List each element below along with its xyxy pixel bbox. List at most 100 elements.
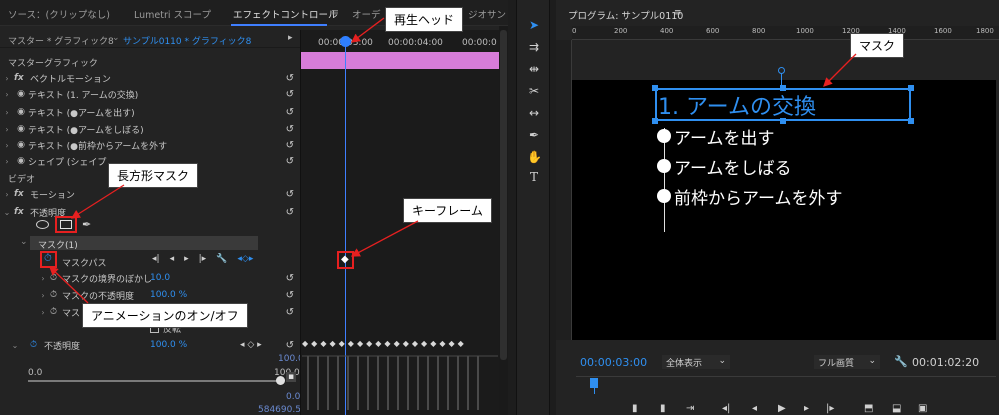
current-timecode[interactable]: 00:00:03:00 [580,356,647,369]
keyframe-diamond[interactable]: ◆ [329,340,335,348]
step-forward-icon[interactable]: |▸ [826,403,834,414]
reset-icon[interactable]: ↺ [286,89,294,100]
clip-sequence-label[interactable]: サンプル0110 * グラフィック8 [123,34,251,47]
mask-opacity-value[interactable]: 100.0 % [150,290,187,300]
keyframe-diamond[interactable]: ◆ [302,340,308,348]
play-clip-icon[interactable]: ▸ [288,33,293,43]
chevron-right-icon[interactable]: › [36,308,50,317]
pen-mask-icon[interactable]: ✒ [82,218,91,231]
track-backward-icon[interactable]: ◂| [152,254,160,264]
rotation-handle[interactable] [778,67,785,74]
track-forward-icon[interactable]: |▸ [199,254,207,264]
keyframe-diamond[interactable]: ◆ [311,340,317,348]
chevron-down-icon[interactable]: ⌄ [20,237,28,247]
stopwatch-icon[interactable]: ⏱ [44,253,52,264]
eye-icon[interactable]: ◉ [14,156,28,166]
pen-tool-icon[interactable]: ✒ [527,128,541,142]
fx-icon[interactable]: fx [14,73,30,83]
export-frame-icon[interactable]: ▣ [918,403,927,414]
clip-bar[interactable] [301,52,499,69]
keyframe-diamond[interactable]: ◆ [421,340,427,348]
opacity-value[interactable]: 100.0 % [150,340,187,350]
marker-icon[interactable]: ⇥ [686,403,694,414]
stopwatch-icon[interactable]: ⏱ [50,290,62,300]
effect-row[interactable]: › ◉ テキスト (●前枠からアームを外す ↺ [0,137,300,153]
keyframe-diamond[interactable]: ◆ [394,340,400,348]
reset-icon[interactable]: ↺ [286,290,294,301]
mark-in-icon[interactable]: ▮ [632,403,638,414]
stopwatch-icon[interactable]: ⏱ [50,307,62,317]
reset-icon[interactable]: ↺ [286,140,294,151]
chevron-right-icon[interactable]: › [0,141,14,150]
stopwatch-icon[interactable]: ⏱ [30,340,44,350]
nav-keyframe-icon[interactable]: ◂ ◇ ▸ [240,340,262,350]
fx-icon[interactable]: fx [14,207,30,217]
opacity-keyframes[interactable]: ◆ ◆ ◆ ◆ ◆ ◆ ◆ ◆ ◆ ◆ ◆ ◆ ◆ ◆ ◆ ◆ ◆ ◆ [302,340,498,348]
tab-source[interactable]: ソース：(クリップなし) [8,7,110,21]
keyframe-diamond[interactable]: ◆ [375,340,381,348]
hand-tool-icon[interactable]: ✋ [527,150,542,164]
effect-row[interactable]: › ◉ テキスト (1. アームの交換) ↺ [0,86,300,102]
chevron-right-icon[interactable]: › [0,90,14,99]
keyframe-diamond[interactable]: ◆ [366,340,372,348]
opacity-graph[interactable] [302,350,498,415]
program-playhead[interactable] [590,378,598,388]
keyframe-diamond[interactable]: ◆ [341,254,349,265]
keyframe-diamond[interactable]: ◆ [339,340,345,348]
mask-opacity-row[interactable]: › ⏱ マスクの不透明度 100.0 % ↺ [0,287,300,303]
chevron-down-icon[interactable]: ⌄ [0,208,14,217]
effect-row[interactable]: › ◉ テキスト (●アームをしぼる) ↺ [0,121,300,137]
reset-icon[interactable]: ↺ [286,156,294,167]
reset-icon[interactable]: ↺ [286,107,294,118]
menu-icon[interactable]: ≡ [674,8,682,18]
opacity-slider-track[interactable] [28,380,282,382]
fx-icon[interactable]: fx [14,189,30,199]
keyframe-diamond[interactable]: ◆ [357,340,363,348]
keyframe-diamond[interactable]: ◆ [384,340,390,348]
stopwatch-icon[interactable]: ⏱ [50,273,62,283]
rectangle-mask-icon[interactable] [60,220,72,229]
opacity-slider-thumb[interactable] [276,376,285,385]
tab-effect-controls[interactable]: エフェクトコントロール [233,7,338,21]
razor-tool-icon[interactable]: ✂ [527,84,541,98]
effect-row[interactable]: › fx ベクトルモーション ↺ [0,70,300,86]
opacity-row[interactable]: ⌄ ⏱ 不透明度 100.0 % ◂ ◇ ▸ ↺ [0,337,300,353]
tab-menu-icon[interactable]: ≡ [331,7,339,18]
reset-icon[interactable]: ↺ [286,340,294,351]
nav-keyframe-icon[interactable]: ◂◇▸ [237,254,253,264]
playhead-handle[interactable] [340,36,351,47]
frame-back-icon[interactable]: ◂ [752,403,757,414]
keyframe-diamond[interactable]: ◆ [458,340,464,348]
step-backward-icon[interactable]: ◂ [170,254,175,264]
graph-lock-icon[interactable]: ▪ [286,372,297,382]
ellipse-mask-icon[interactable] [36,220,49,229]
keyframe-diamond[interactable]: ◆ [449,340,455,348]
lift-icon[interactable]: ⬒ [864,403,873,414]
eye-icon[interactable]: ◉ [14,107,28,117]
time-ruler[interactable] [576,376,996,394]
step-forward-icon[interactable]: ▸ [184,254,189,264]
motion-row[interactable]: › fx モーション ↺ [0,186,300,202]
extract-icon[interactable]: ⬓ [892,403,901,414]
effect-row[interactable]: › ◉ テキスト (●アームを出す) ↺ [0,104,300,120]
eye-icon[interactable]: ◉ [14,140,28,150]
mask-handle[interactable] [908,118,914,124]
chevron-right-icon[interactable]: › [0,190,14,199]
tab-lumetri-scopes[interactable]: Lumetri スコープ [134,7,211,21]
step-back-icon[interactable]: ◂| [722,403,730,414]
chevron-right-icon[interactable]: › [36,274,50,283]
eye-icon[interactable]: ◉ [14,124,28,134]
keyframe-diamond[interactable]: ◆ [439,340,445,348]
track-select-tool-icon[interactable]: ⇉ [527,40,541,54]
reset-icon[interactable]: ↺ [286,73,294,84]
chevron-down-icon[interactable]: ⌄ [0,341,30,350]
keyframe-diamond[interactable]: ◆ [320,340,326,348]
chevron-right-icon[interactable]: › [36,291,50,300]
mask-feather-row[interactable]: › ⏱ マスクの境界のぼかし 10.0 ↺ [0,270,300,286]
chevron-right-icon[interactable]: › [0,157,14,166]
chevron-right-icon[interactable]: › [0,108,14,117]
keyframe-diamond[interactable]: ◆ [348,340,354,348]
chevron-right-icon[interactable]: › [0,74,14,83]
reset-icon[interactable]: ↺ [286,189,294,200]
reset-icon[interactable]: ↺ [286,307,294,318]
